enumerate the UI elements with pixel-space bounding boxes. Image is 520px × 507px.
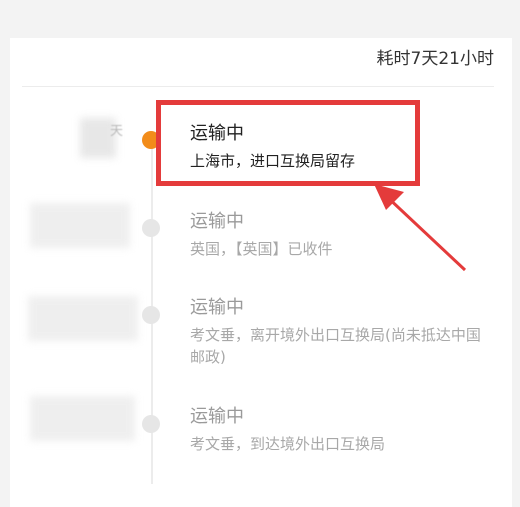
annotation-arrow bbox=[374, 184, 467, 272]
tracking-card: 耗时7天21小时 天 运输中 上海市，进口互换局留存 运输中 英国，【英国】已收… bbox=[10, 38, 512, 507]
